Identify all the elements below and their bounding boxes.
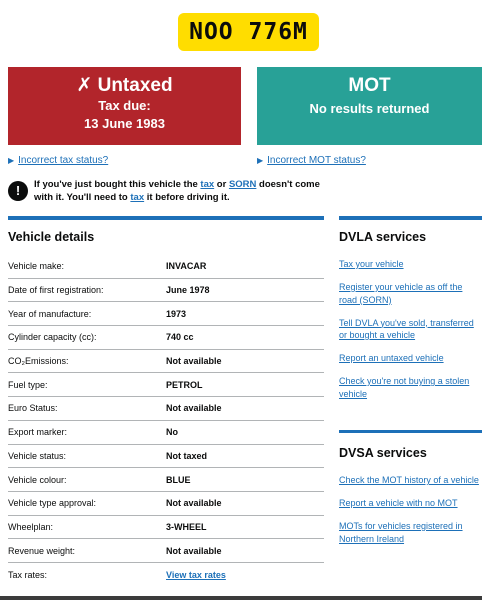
table-row: Euro Status: Not available bbox=[8, 397, 324, 421]
warning-notice: ! If you've just bought this vehicle the… bbox=[8, 178, 328, 204]
row-value: 740 cc bbox=[166, 332, 194, 343]
service-link-line: Northern Ireland bbox=[339, 533, 405, 544]
service-link-line: Tax your vehicle bbox=[339, 259, 404, 269]
service-link-line: vehicle bbox=[339, 388, 368, 399]
service-link[interactable]: Tell DVLA you've sold, transferred or bou… bbox=[339, 317, 482, 342]
row-label: CO₂Emissions: bbox=[8, 356, 69, 367]
mot-status-panel: MOT No results returned bbox=[257, 67, 482, 145]
section-divider bbox=[339, 216, 482, 220]
number-plate: NOO 776M bbox=[178, 13, 319, 51]
vehicle-details-heading: Vehicle details bbox=[8, 230, 95, 244]
row-label: Year of manufacture: bbox=[8, 308, 92, 319]
section-divider bbox=[339, 430, 482, 433]
service-link[interactable]: Report an untaxed vehicle bbox=[339, 352, 482, 365]
view-tax-rates-link[interactable]: View tax rates bbox=[166, 570, 226, 580]
incorrect-mot-status-link[interactable]: ▶ Incorrect MOT status? bbox=[257, 155, 366, 166]
service-link[interactable]: MOTs for vehicles registered in Northern … bbox=[339, 520, 482, 545]
table-row: Cylinder capacity (cc): 740 cc bbox=[8, 326, 324, 350]
row-value: Not available bbox=[166, 498, 222, 509]
dvsa-services-heading: DVSA services bbox=[339, 446, 427, 460]
table-row: Revenue weight: Not available bbox=[8, 539, 324, 563]
row-value: 3-WHEEL bbox=[166, 521, 207, 532]
table-row: Vehicle colour: BLUE bbox=[8, 468, 324, 492]
warning-text-part: If you've just bought this vehicle the bbox=[34, 179, 201, 190]
row-label: Wheelplan: bbox=[8, 521, 54, 532]
dvla-services-heading: DVLA services bbox=[339, 230, 427, 244]
table-row: Fuel type: PETROL bbox=[8, 373, 324, 398]
service-link-line: road (SORN) bbox=[339, 294, 392, 305]
row-value: BLUE bbox=[166, 474, 191, 485]
table-row: Vehicle type approval: Not available bbox=[8, 492, 324, 516]
row-value: Not available bbox=[166, 545, 222, 556]
triangle-right-icon: ▶ bbox=[257, 156, 264, 165]
row-value: June 1978 bbox=[166, 285, 210, 296]
table-row: Vehicle make: INVACAR bbox=[8, 255, 324, 279]
service-link[interactable]: Check you're not buying a stolen vehicle bbox=[339, 375, 482, 400]
row-label: Tax rates: bbox=[8, 569, 48, 580]
tax-link-2[interactable]: tax bbox=[130, 192, 144, 203]
service-link-line: Report a vehicle with no MOT bbox=[339, 498, 458, 508]
service-link-line: Check you're not buying a stolen bbox=[339, 376, 470, 386]
row-label: Vehicle colour: bbox=[8, 474, 67, 485]
tax-status-title: ✗ Untaxed bbox=[76, 75, 173, 96]
row-label: Euro Status: bbox=[8, 403, 58, 414]
exclamation-icon: ! bbox=[8, 181, 28, 201]
tax-due-label: Tax due: bbox=[98, 98, 151, 113]
service-link[interactable]: Tax your vehicle bbox=[339, 258, 482, 271]
dvsa-services-panel: DVSA services Check the MOT history of a… bbox=[339, 446, 482, 556]
incorrect-tax-status-label: Incorrect tax status? bbox=[18, 155, 109, 166]
row-value: Not available bbox=[166, 356, 222, 367]
row-label: Date of first registration: bbox=[8, 285, 104, 296]
table-row: CO₂Emissions: Not available bbox=[8, 350, 324, 374]
table-row: Export marker: No bbox=[8, 421, 324, 445]
service-link-line: Report an untaxed vehicle bbox=[339, 353, 444, 363]
row-label: Fuel type: bbox=[8, 379, 48, 390]
row-value: Not available bbox=[166, 403, 222, 414]
row-label: Revenue weight: bbox=[8, 545, 76, 556]
warning-text-part: it before driving it. bbox=[144, 192, 230, 203]
section-divider bbox=[8, 216, 324, 220]
warning-text-part: or bbox=[214, 179, 229, 190]
service-link[interactable]: Check the MOT history of a vehicle bbox=[339, 474, 482, 487]
service-link-line: or bought a vehicle bbox=[339, 330, 416, 340]
service-link-line: Register your vehicle as off the bbox=[339, 282, 463, 292]
row-label: Vehicle status: bbox=[8, 450, 67, 461]
warning-text: If you've just bought this vehicle the t… bbox=[34, 178, 328, 204]
service-link-line: Check the MOT history of a vehicle bbox=[339, 475, 479, 485]
service-link[interactable]: Register your vehicle as off the road (SO… bbox=[339, 281, 482, 306]
row-value: PETROL bbox=[166, 379, 203, 390]
table-row: Vehicle status: Not taxed bbox=[8, 445, 324, 469]
row-label: Export marker: bbox=[8, 427, 68, 438]
tax-due-date: 13 June 1983 bbox=[84, 116, 165, 131]
vehicle-details-table: Vehicle make: INVACAR Date of first regist… bbox=[8, 255, 324, 587]
incorrect-tax-status-link[interactable]: ▶ Incorrect tax status? bbox=[8, 155, 108, 166]
triangle-right-icon: ▶ bbox=[8, 156, 15, 165]
dvla-services-links: Tax your vehicle Register your vehicle as… bbox=[339, 258, 482, 400]
tax-status-panel: ✗ Untaxed Tax due: 13 June 1983 bbox=[8, 67, 241, 145]
row-label: Vehicle make: bbox=[8, 261, 65, 272]
table-row: Wheelplan: 3-WHEEL bbox=[8, 516, 324, 540]
service-link-line: Tell DVLA you've sold, transferred bbox=[339, 317, 474, 328]
service-link[interactable]: Report a vehicle with no MOT bbox=[339, 497, 482, 510]
row-label: Vehicle type approval: bbox=[8, 498, 97, 509]
row-value: Not taxed bbox=[166, 450, 208, 461]
tax-link[interactable]: tax bbox=[200, 179, 214, 190]
incorrect-mot-status-label: Incorrect MOT status? bbox=[267, 155, 366, 166]
service-link-line: MOTs for vehicles registered in bbox=[339, 521, 463, 531]
row-value: INVACAR bbox=[166, 261, 207, 272]
sorn-link[interactable]: SORN bbox=[229, 179, 256, 190]
row-value: 1973 bbox=[166, 308, 187, 319]
dvsa-services-links: Check the MOT history of a vehicle Report… bbox=[339, 474, 482, 545]
table-row: Date of first registration: June 1978 bbox=[8, 279, 324, 303]
row-value: No bbox=[166, 427, 178, 438]
mot-status-title: MOT bbox=[348, 75, 391, 96]
mot-status-text: No results returned bbox=[309, 101, 430, 116]
bottom-scroll-edge bbox=[0, 596, 482, 600]
dvla-services-panel: DVLA services Tax your vehicle Register y… bbox=[339, 230, 482, 411]
table-row: Tax rates: View tax rates bbox=[8, 563, 324, 587]
table-row: Year of manufacture: 1973 bbox=[8, 302, 324, 327]
row-label: Cylinder capacity (cc): bbox=[8, 332, 97, 343]
